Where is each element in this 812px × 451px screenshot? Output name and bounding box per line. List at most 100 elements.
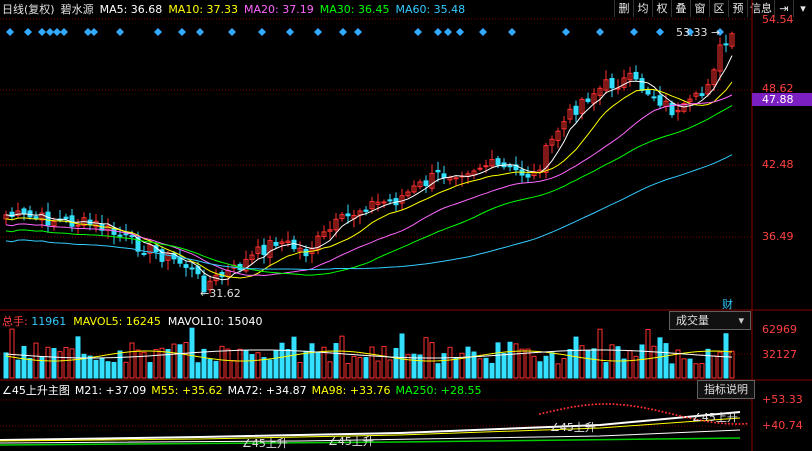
volume-bar	[369, 346, 375, 379]
volume-bar	[357, 357, 363, 379]
indicator-legend-item: ∠45上升主图	[2, 384, 70, 397]
volume-bar	[231, 359, 237, 379]
volume-bar	[627, 350, 633, 379]
volume-bar	[543, 355, 549, 379]
indicator-dot	[598, 403, 601, 406]
signal-diamond	[414, 28, 422, 36]
volume-bar	[567, 349, 573, 379]
ma5-line	[5, 55, 733, 281]
candle-body	[189, 267, 195, 270]
volume-bar	[507, 341, 513, 379]
volume-bar	[351, 356, 357, 379]
volume-bar	[615, 346, 621, 379]
volume-bar	[99, 357, 105, 379]
signal-diamond	[6, 28, 14, 36]
volume-bar	[621, 358, 627, 379]
indicator-dot	[623, 403, 625, 406]
candle-body	[381, 201, 387, 204]
signal-diamond	[479, 28, 487, 36]
signal-label: ∠45上升	[550, 421, 596, 434]
finance-marker[interactable]: 财	[722, 296, 733, 312]
signal-diamond	[258, 28, 266, 36]
volume-bar	[513, 343, 519, 379]
volume-bar	[663, 343, 669, 379]
volume-bar	[639, 344, 645, 379]
candle-body	[117, 234, 123, 237]
volume-bar	[279, 342, 285, 379]
indicator-dot	[567, 406, 569, 409]
volume-bar	[339, 335, 345, 379]
indicator-dot	[595, 403, 597, 406]
indicator-selector-volume[interactable]: 成交量 ▾	[669, 311, 751, 330]
signal-diamond	[434, 28, 442, 36]
indicator-axis-label: +40.74	[762, 419, 803, 432]
volume-bar	[711, 355, 717, 379]
indicator-legend-item: M55: +35.62	[151, 384, 223, 397]
indicator-help-button[interactable]: 指标说明	[697, 380, 755, 399]
indicator-legend-item: MA72: +34.87	[227, 384, 307, 397]
volume-bar	[705, 348, 711, 379]
volume-axis-label: 62969	[762, 323, 797, 336]
candle-body	[273, 241, 279, 246]
volume-bar	[183, 341, 189, 379]
signal-diamond	[444, 28, 452, 36]
candle-body	[75, 224, 81, 227]
volume-bar	[111, 361, 117, 379]
indicator-axis-label: +53.33	[762, 393, 803, 406]
volume-bar	[27, 358, 33, 379]
indicator-dot	[542, 412, 545, 415]
volume-total-label: 总手:	[2, 315, 32, 328]
indicator-dot	[626, 404, 629, 407]
indicator-dot	[658, 409, 660, 412]
candle-body	[645, 90, 651, 95]
signal-diamond	[339, 28, 347, 36]
candle-body	[453, 177, 459, 180]
signal-diamond	[60, 28, 68, 36]
high-price-annotation: 53.33 →	[676, 26, 721, 39]
volume-bar	[429, 342, 435, 379]
indicator-dot	[609, 403, 611, 406]
indicator-dot	[553, 409, 555, 412]
candle-body	[477, 167, 483, 170]
candle-body	[423, 180, 429, 187]
volume-bar	[669, 363, 675, 379]
candle-body	[639, 78, 645, 91]
ma10-line	[5, 81, 733, 279]
candle-body	[699, 93, 705, 97]
indicator-dot	[619, 403, 622, 406]
indicator-dot	[647, 407, 650, 410]
indicator-dot	[668, 412, 671, 415]
volume-bar	[195, 362, 201, 379]
volume-bar	[87, 355, 93, 379]
volume-bar	[207, 358, 213, 379]
volume-bar	[537, 361, 543, 379]
volume-bar	[723, 333, 729, 379]
indicator-dot	[563, 407, 566, 410]
volume-bar	[45, 346, 51, 379]
volume-bar	[225, 348, 231, 379]
indicator-dot	[644, 407, 646, 410]
volume-bar	[213, 360, 219, 379]
ma30-line	[5, 105, 733, 276]
volume-bar	[477, 358, 483, 379]
signal-diamond	[154, 28, 162, 36]
signal-diamond	[46, 28, 54, 36]
indicator-dot	[651, 408, 653, 411]
volume-bar	[291, 336, 297, 379]
indicator-dot	[574, 405, 576, 408]
volume-bar	[363, 356, 369, 379]
volume-bar	[489, 362, 495, 379]
volume-bar	[201, 348, 207, 379]
volume-bar	[117, 350, 123, 379]
candle-body	[303, 248, 309, 257]
indicator-dot	[661, 410, 664, 413]
signal-diamond	[562, 28, 570, 36]
volume-bar	[573, 336, 579, 379]
candle-body	[525, 173, 531, 178]
candle-body	[33, 216, 39, 219]
signal-diamond	[24, 28, 32, 36]
chevron-down-icon: ▾	[738, 314, 744, 327]
low-price-annotation: ←31.62	[200, 287, 241, 300]
indicator-dot	[637, 405, 639, 408]
signal-diamond	[178, 28, 186, 36]
